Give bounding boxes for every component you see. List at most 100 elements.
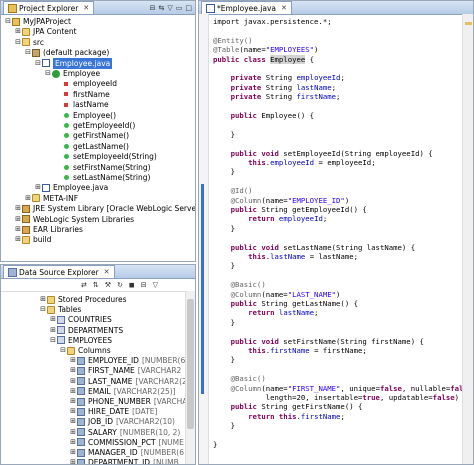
tree-item[interactable]: ⊟ Employee.java <box>34 57 113 69</box>
tree-item[interactable]: firstName <box>54 89 110 100</box>
maximize-icon[interactable]: □ <box>185 4 192 12</box>
view-menu-icon[interactable]: ▽ <box>167 4 172 12</box>
code-token: ; <box>314 308 319 318</box>
code-token: String <box>265 73 297 83</box>
filter-icon[interactable]: ⚒ <box>105 281 111 289</box>
code-token: = employeeId; <box>314 158 376 167</box>
editor-left-ruler <box>199 14 209 464</box>
code-token: @Id() <box>230 186 253 196</box>
expand-icon[interactable]: ⊞ <box>34 182 42 193</box>
editor-overview-ruler[interactable] <box>462 14 473 464</box>
code-token: String <box>265 82 297 92</box>
collapse-icon[interactable]: ⊟ <box>59 345 67 356</box>
tree-item-label: META-INF <box>43 193 79 203</box>
editor-tab-employee-java[interactable]: *Employee.java ✕ <box>201 1 292 14</box>
minimize-icon[interactable]: ▭ <box>176 4 183 12</box>
collapse-icon[interactable]: ⊟ <box>34 58 42 69</box>
code-line: public void setLastName(String lastName)… <box>213 243 416 252</box>
code-area[interactable]: import javax.persistence.*; @Entity() @Tab… <box>213 17 473 464</box>
view-menu-icon[interactable]: ▽ <box>153 281 158 289</box>
code-token: @Column <box>230 195 262 205</box>
data-source-toolbar: ⇄ ⇅ ⚒ ↻ ◼ ⊟ ▽ <box>1 279 195 292</box>
expand-icon[interactable]: ⊞ <box>24 193 32 204</box>
expand-icon[interactable]: ⊞ <box>69 457 77 464</box>
code-token: String <box>265 92 297 102</box>
collapse-icon[interactable]: ⊟ <box>39 304 47 315</box>
tree-item[interactable]: employeeId <box>54 78 117 89</box>
tree-item[interactable]: setEmployeeId(String) <box>54 151 157 162</box>
column-icon <box>77 458 85 464</box>
tree-item[interactable]: Employee() <box>54 110 116 121</box>
tree-item[interactable]: ⊞ WebLogic System Libraries <box>14 214 134 225</box>
close-icon[interactable]: ✕ <box>281 4 287 12</box>
code-token: public void <box>230 148 284 158</box>
expand-icon[interactable]: ⊞ <box>14 203 22 214</box>
expand-icon[interactable]: ⊞ <box>14 214 22 225</box>
column-icon <box>77 407 85 416</box>
tree-item[interactable]: getFirstName() <box>54 130 129 141</box>
tree-item[interactable]: ⊞ EAR Libraries <box>14 224 83 235</box>
tree-item[interactable]: setLastName(String) <box>54 172 150 183</box>
close-icon[interactable]: ✕ <box>83 4 89 12</box>
collapse-all-icon[interactable]: ⊟ <box>141 281 147 289</box>
folder-icon <box>22 38 30 47</box>
link-editor-icon[interactable]: ⇆ <box>158 4 164 12</box>
new-connection-icon[interactable]: ⇅ <box>93 281 99 289</box>
tree-item[interactable]: getEmployeeId() <box>54 120 135 131</box>
code-token: = lastName; <box>305 252 359 261</box>
expand-icon[interactable]: ⊞ <box>14 26 22 37</box>
tree-item[interactable]: lastName <box>54 99 109 110</box>
collapse-icon[interactable]: ⊟ <box>14 37 22 48</box>
tree-item[interactable]: ⊟ src <box>14 37 44 48</box>
close-icon[interactable]: ✕ <box>104 268 110 276</box>
warning-marker[interactable] <box>465 22 472 25</box>
tree-item[interactable]: ⊞ Employee.java <box>34 182 108 193</box>
scrollbar-thumb[interactable] <box>187 299 194 429</box>
tree-item[interactable]: setFirstName(String) <box>54 162 151 173</box>
collapse-icon[interactable]: ⊟ <box>4 16 12 27</box>
connect-icon[interactable]: ⇄ <box>81 281 87 289</box>
collapse-icon[interactable]: ⊟ <box>44 68 52 79</box>
collapse-all-icon[interactable]: ⊟ <box>150 4 156 12</box>
code-token: length=20, insertable= <box>213 393 363 402</box>
stop-icon[interactable]: ◼ <box>129 281 135 289</box>
vertical-scrollbar[interactable] <box>185 291 195 464</box>
tree-item[interactable]: getLastName() <box>54 141 129 152</box>
tree-item[interactable]: ⊞ DEPARTMENT_ID [NUMB <box>69 457 179 465</box>
code-token: @Table <box>213 45 240 55</box>
code-token: String getFirstName() { <box>261 402 363 412</box>
tree-item-label: JRE System Library [Oracle WebLogic Serv… <box>33 204 196 214</box>
code-token: firstName <box>300 411 341 421</box>
code-token: } <box>213 440 218 449</box>
code-token: @Basic() <box>230 374 266 384</box>
java-file-icon <box>42 183 50 192</box>
code-token: } <box>213 129 235 139</box>
tree-item[interactable]: ⊟ Employee <box>44 68 100 79</box>
code-token: "EMPLOYEE_ID" <box>287 195 345 205</box>
refresh-icon[interactable]: ↻ <box>117 281 123 289</box>
tree-item[interactable]: ⊟ (default package) <box>24 47 109 58</box>
expand-icon[interactable]: ⊞ <box>14 234 22 245</box>
code-line: } <box>213 440 217 449</box>
tree-item[interactable]: ⊞ build <box>14 234 51 245</box>
collapse-icon[interactable]: ⊟ <box>24 47 32 58</box>
code-token: public class <box>213 54 271 64</box>
code-line: @Table(name="EMPLOYEES") <box>213 45 318 54</box>
tree-item[interactable]: ⊞ JRE System Library [Oracle WebLogic Ser… <box>14 203 196 214</box>
collapse-icon[interactable]: ⊟ <box>49 335 57 346</box>
code-token: firstName <box>270 346 310 355</box>
data-source-explorer-tab[interactable]: Data Source Explorer ✕ <box>3 265 115 278</box>
expand-icon[interactable]: ⊞ <box>14 224 22 235</box>
project-explorer-tab[interactable]: Project Explorer ✕ <box>3 1 95 14</box>
code-line: private String lastName; <box>213 83 336 92</box>
tree-item[interactable]: ⊞ JPA Content <box>14 26 77 37</box>
tree-item-label: DEPARTMENT_ID <box>88 458 151 465</box>
code-token: { <box>305 54 315 64</box>
tree-item[interactable]: ⊟ MyJPAProject <box>4 16 71 27</box>
tree-item-label: Employee <box>63 69 101 78</box>
code-token: Employee() { <box>261 111 315 120</box>
code-token: setEmployeeId(String employeeId) { <box>283 148 433 158</box>
tree-item[interactable]: ⊞ META-INF <box>24 193 78 204</box>
